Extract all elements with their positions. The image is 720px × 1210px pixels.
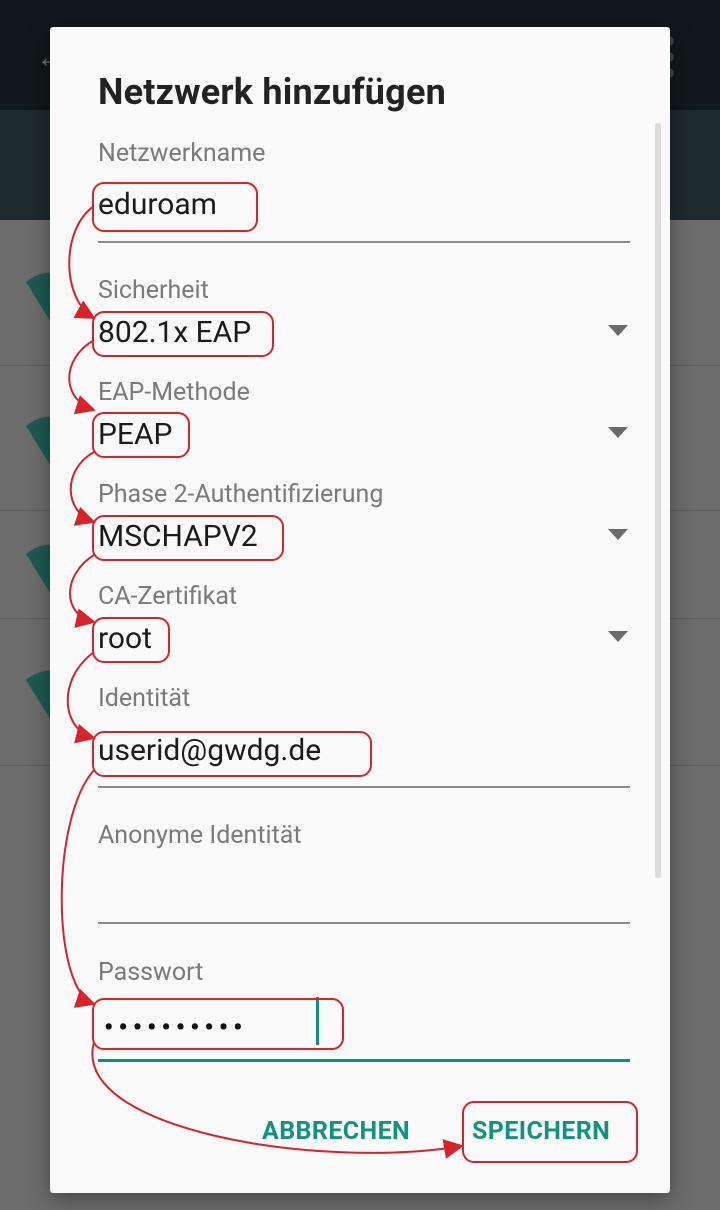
- annotation-highlight: [92, 311, 274, 357]
- dropdown-caret-icon[interactable]: [608, 325, 628, 336]
- annotation-highlight: [92, 617, 170, 663]
- annotation-highlight: [92, 182, 258, 232]
- dropdown-caret-icon[interactable]: [608, 529, 628, 540]
- password-underline: [98, 1059, 630, 1062]
- network-name-label: Netzwerkname: [98, 139, 266, 168]
- ca-cert-label: CA-Zertifikat: [98, 582, 238, 611]
- annotation-highlight: [92, 998, 344, 1050]
- anon-identity-label: Anonyme Identität: [98, 821, 302, 850]
- dialog-title: Netzwerk hinzufügen: [98, 71, 446, 113]
- annotation-highlight: [92, 412, 190, 458]
- network-name-underline: [98, 241, 630, 243]
- annotation-highlight: [92, 731, 372, 777]
- annotation-highlight: [92, 515, 284, 561]
- identity-underline: [98, 786, 630, 788]
- annotation-highlight: [462, 1101, 638, 1163]
- identity-label: Identität: [98, 684, 191, 713]
- password-label: Passwort: [98, 958, 204, 987]
- eap-method-label: EAP-Methode: [98, 378, 250, 407]
- anon-identity-underline: [98, 922, 630, 924]
- dialog-scrollbar[interactable]: [655, 123, 661, 878]
- dropdown-caret-icon[interactable]: [608, 427, 628, 438]
- security-label: Sicherheit: [98, 276, 209, 305]
- dropdown-caret-icon[interactable]: [608, 631, 628, 642]
- cancel-button[interactable]: ABBRECHEN: [262, 1117, 410, 1146]
- phase2-label: Phase 2-Authentifizierung: [98, 480, 384, 509]
